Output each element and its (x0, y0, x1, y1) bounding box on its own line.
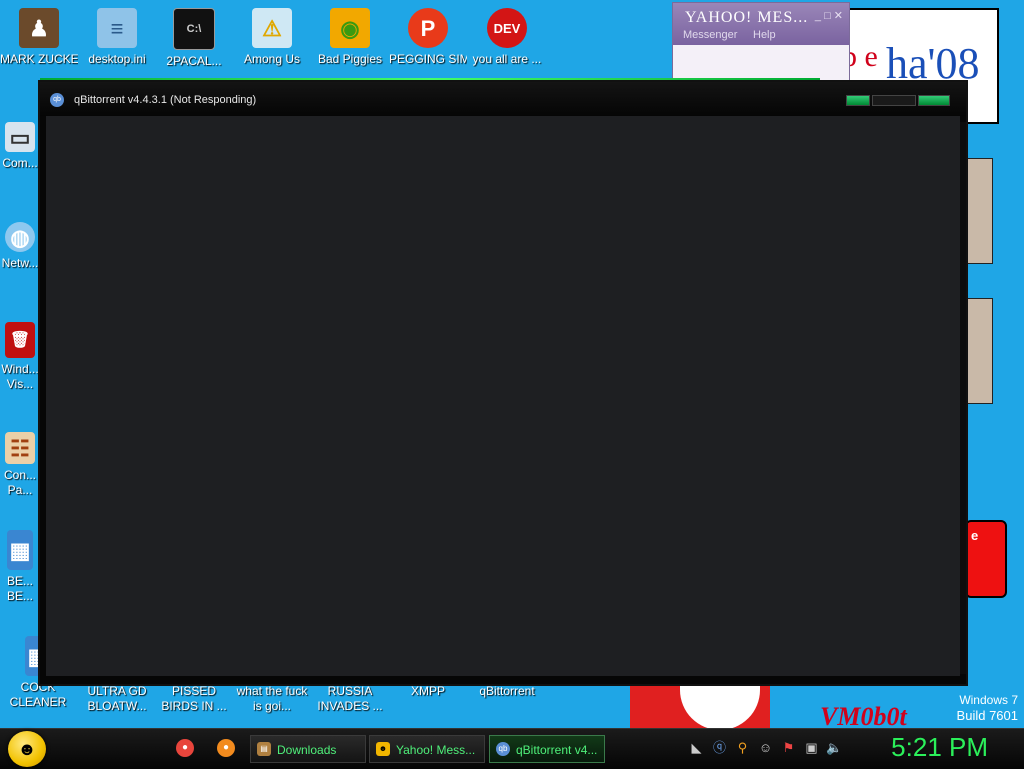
minimize-button[interactable] (846, 95, 870, 106)
desktop-icon-label: Among Us (243, 52, 301, 66)
desktop-icon-recycle-bin[interactable]: 🗑 Wind... Vis... (0, 322, 40, 392)
qbittorrent-window[interactable]: qb qBittorrent v4.4.3.1 (Not Responding) (40, 82, 966, 684)
desktop-icon-russia-invades[interactable]: RUSSIA INVADES ... (311, 684, 389, 714)
among-us-icon: ⚠ (252, 8, 292, 48)
qb-window-controls (846, 95, 950, 106)
folder-icon: ▤ (257, 742, 271, 756)
close-button[interactable] (918, 95, 950, 106)
qb-title-bar[interactable]: qb qBittorrent v4.4.3.1 (Not Responding) (40, 82, 966, 116)
desktop-icon-label: desktop.ini (88, 52, 146, 66)
desktop-icon-label: Bad Piggies (317, 52, 383, 66)
pegging-icon: P (408, 8, 448, 48)
desktop-icon-label: RUSSIA INVADES ... (317, 684, 383, 713)
yahoo-menu-help[interactable]: Help (753, 29, 776, 41)
desktop-icon-label: Con... Pa... (3, 468, 36, 497)
start-button[interactable]: ☻ (8, 731, 46, 767)
desktop-icon-control-panel[interactable]: ☷ Con... Pa... (0, 432, 40, 498)
desktop-icon-label: Netw... (1, 256, 39, 270)
desktop-icon-label: BE... BE... (6, 574, 33, 603)
wallpaper-photo-1 (965, 158, 993, 264)
computer-icon: ▭ (5, 122, 35, 152)
taskbar-button-label: qBittorrent v4... (516, 743, 598, 757)
desktop-icon-label: Wind... Vis... (1, 362, 39, 391)
desktop-icon-label: PEGGING SIMUL... (389, 52, 467, 66)
dev-cpp-icon: DEV (487, 8, 527, 48)
taskbar-button-label: Yahoo! Mess... (396, 743, 476, 757)
qbittorrent-logo-icon: qb (50, 93, 64, 107)
desktop-icon-bad-piggies[interactable]: ◉ Bad Piggies (311, 8, 389, 67)
desktop-icon-label: ULTRA GD BLOATW... (87, 684, 147, 713)
taskbar-button-downloads[interactable]: ▤ Downloads (250, 735, 366, 763)
taskbar-button-label: Downloads (277, 743, 337, 757)
yahoo-title: YAHOO! MES... (685, 9, 809, 26)
wallpaper-photo-2 (965, 298, 993, 404)
watermark-line-2: Build 7601 (956, 708, 1018, 723)
control-panel-icon: ☷ (5, 432, 35, 464)
qb-window-title: qBittorrent v4.4.3.1 (Not Responding) (74, 94, 257, 106)
desktop-icon-label: MARK ZUCKER... (0, 52, 78, 66)
qb-client-area (46, 116, 960, 676)
shortcut-icon: ▦ (7, 530, 33, 570)
tray-network-icon[interactable]: ▣ (803, 739, 820, 756)
yahoo-messenger-window[interactable]: YAHOO! MES... _ □ ✕ Messenger Help (672, 2, 850, 90)
desktop-icon-label: PISSED BIRDS IN ... (161, 684, 227, 713)
desktop-icon-qbittorrent[interactable]: qBittorrent (468, 684, 546, 699)
desktop-icon-pegging[interactable]: P PEGGING SIMUL... (389, 8, 467, 67)
yahoo-window-controls[interactable]: _ □ ✕ (815, 9, 843, 22)
wallpaper-red-box: e (965, 520, 1007, 598)
network-icon: ◍ (5, 222, 35, 252)
wallpaper-red-box-text: e (971, 528, 979, 543)
desktop-icon-label: you all are ... (472, 52, 542, 66)
desktop-icon-pissed-birds[interactable]: PISSED BIRDS IN ... (155, 684, 233, 714)
desktop-icon-label: XMPP (410, 684, 445, 698)
watermark-line-1: Windows 7 (959, 693, 1018, 707)
desktop-icon-label: what the fuck is goi... (236, 684, 308, 713)
desktop-icon-be[interactable]: ▦ BE... BE... (0, 530, 40, 604)
tray-flag-icon[interactable]: ⚑ (780, 739, 797, 756)
desktop-icon-computer[interactable]: ▭ Com... (0, 122, 40, 171)
desktop-icon-ultra-gd[interactable]: ULTRA GD BLOATW... (78, 684, 156, 714)
desktop-icon-label: qBittorrent (479, 684, 535, 698)
desktop-icon-what-the[interactable]: what the fuck is goi... (233, 684, 311, 714)
desktop-icon-network[interactable]: ◍ Netw... (0, 222, 40, 271)
desktop-icon-xmpp[interactable]: XMPP (389, 684, 467, 699)
desktop-icon-mark-zucker[interactable]: ♟ MARK ZUCKER... (0, 8, 78, 67)
windows-watermark: Windows 7 Build 7601 (957, 692, 1018, 724)
qb-window-edge (960, 122, 966, 674)
taskbar-clock[interactable]: 5:21 PM (891, 732, 988, 763)
tray-search-icon[interactable]: ⚲ (734, 739, 751, 756)
firefox-icon[interactable]: ● (217, 739, 235, 757)
document-icon: ≡ (97, 8, 137, 48)
mark-zucker-icon: ♟ (19, 8, 59, 48)
taskbar-button-yahoo[interactable]: ☻ Yahoo! Mess... (369, 735, 485, 763)
yahoo-messenger-icon: ☻ (376, 742, 390, 756)
recycle-bin-icon: 🗑 (5, 322, 35, 358)
desktop-icon-desktop-ini[interactable]: ≡ desktop.ini (78, 8, 156, 67)
qbittorrent-icon: qb (496, 742, 510, 756)
taskbar: ☻ ● ● ▤ Downloads ☻ Yahoo! Mess... qb qB… (0, 728, 1024, 769)
desktop-icon-label: 2PACAL... (166, 54, 222, 68)
command-prompt-icon: C:\ (173, 8, 215, 50)
tray-arrow-icon[interactable]: ◣ (688, 739, 705, 756)
desktop-icon-label: COCK CLEANER (9, 680, 67, 709)
yahoo-menu-messenger[interactable]: Messenger (683, 29, 737, 41)
tray-volume-icon[interactable]: 🔈 (826, 739, 843, 756)
chrome-icon[interactable]: ● (176, 739, 194, 757)
desktop-icon-you-all-are[interactable]: DEV you all are ... (468, 8, 546, 67)
desktop-icon-among-us[interactable]: ⚠ Among Us (233, 8, 311, 67)
bad-piggies-icon: ◉ (330, 8, 370, 48)
desktop-icon-label: Com... (2, 156, 38, 170)
system-tray: ◣ ⓠ ⚲ ☺ ⚑ ▣ 🔈 (688, 739, 843, 756)
tray-messenger-icon[interactable]: ☺ (757, 739, 774, 756)
yahoo-title-bar[interactable]: YAHOO! MES... _ □ ✕ Messenger Help (673, 3, 849, 45)
maximize-button[interactable] (872, 95, 916, 106)
tray-qbittorrent-icon[interactable]: ⓠ (711, 739, 728, 756)
taskbar-button-qbittorrent[interactable]: qb qBittorrent v4... (489, 735, 605, 763)
desktop-icon-2pacal[interactable]: C:\ 2PACAL... (155, 8, 233, 69)
